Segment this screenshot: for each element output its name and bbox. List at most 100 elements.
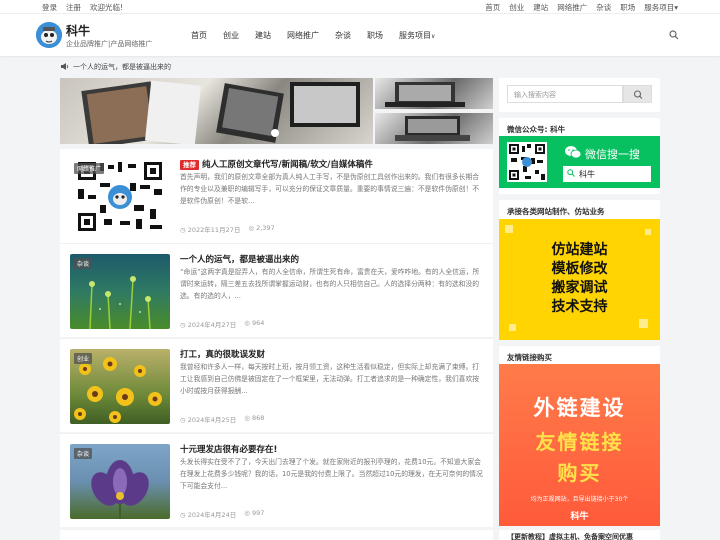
banner-slide-side-top[interactable] xyxy=(375,78,493,109)
notice-bar: 一个人的运气，都是被逼出来的 xyxy=(61,62,171,72)
post-category-badge[interactable]: 网络推广 xyxy=(74,163,105,174)
nav-item-misc[interactable]: 杂谈 xyxy=(335,30,351,41)
service-line: 模板修改 xyxy=(551,261,608,277)
post-category-badge[interactable]: 创业 xyxy=(74,353,93,364)
site-title[interactable]: 科牛 xyxy=(66,22,90,39)
post-card[interactable]: 杂谈 一个人的运气，都是被逼出来的 “命运”这两字真是捉弄人，有的人全信命，所谓… xyxy=(60,243,493,337)
service-line: 技术支持 xyxy=(551,299,608,315)
links-ad-note: 均为正规网站，且导出链接小于30个 xyxy=(530,496,629,503)
post-excerpt: 首先声明，我们的原创文章全部为真人纯人工手写，不是伪原创工具创作出来的。我们有很… xyxy=(180,173,480,205)
nav-item-home[interactable]: 首页 xyxy=(191,30,207,41)
wechat-card[interactable]: 微信搜一搜 科牛 xyxy=(499,136,660,188)
qr-code xyxy=(507,142,547,182)
sidebar-bottom-widget: 【更新教程】虚拟主机、免备案空间优惠 xyxy=(499,530,660,540)
post-card[interactable]: 网络推广 推荐 纯人工原创文章代写/新闻稿/软文/自媒体稿件 首先声明，我们的原创… xyxy=(60,149,493,243)
post-views: 868 xyxy=(251,414,265,422)
links-ad-banner[interactable]: 外链建设 友情链接 购买 均为正规网站，且导出链接小于30个 科牛 xyxy=(499,364,660,526)
post-thumbnail[interactable]: 创业 xyxy=(70,349,170,424)
post-title[interactable]: 一个人的运气，都是被逼出来的 xyxy=(180,253,299,265)
wechat-icon xyxy=(565,146,582,162)
nav-item-promo[interactable]: 网络推广 xyxy=(287,30,319,41)
post-title[interactable]: 十元理发店很有必要存在! xyxy=(180,443,277,455)
top-link-home[interactable]: 首页 xyxy=(485,2,500,13)
banner-carousel xyxy=(60,78,493,144)
top-link-services[interactable]: 服务项目▾ xyxy=(644,2,678,13)
sidebar-search-widget: 输入搜索内容 xyxy=(499,78,660,112)
eye-icon: ◎ xyxy=(248,224,255,232)
post-views: 2,397 xyxy=(256,224,275,232)
post-date: 2024年4月24日 xyxy=(187,511,237,519)
nav-item-career[interactable]: 职场 xyxy=(367,30,383,41)
links-ad-line3: 购买 xyxy=(557,461,602,485)
wechat-account-name: 科牛 xyxy=(579,169,595,179)
post-meta: ◷ 2022年11月27日 ◎ 2,397 xyxy=(180,224,275,234)
post-thumbnail[interactable]: 网络推广 xyxy=(70,159,170,234)
search-input[interactable]: 输入搜索内容 xyxy=(507,85,623,103)
post-category-badge[interactable]: 杂谈 xyxy=(74,258,93,269)
widget-title: 友情链接购买 xyxy=(507,353,552,362)
post-excerpt: “命运”这两字真是捉弄人，有的人全信命，所谓生死有命，富贵在天，爱咋咋地。有的人… xyxy=(180,268,480,300)
top-link-startup[interactable]: 创业 xyxy=(509,2,524,13)
links-ad-line1: 外链建设 xyxy=(533,396,626,420)
widget-title: 微信公众号: 科牛 xyxy=(507,125,566,134)
post-card[interactable]: 杂谈 十元理发店很有必要存在! 头发长得实在受不了了，今天出门去理了个发。就在家… xyxy=(60,433,493,527)
login-link[interactable]: 登录 xyxy=(42,2,57,13)
clock-icon: ◷ xyxy=(180,416,186,424)
post-thumbnail[interactable]: 杂谈 xyxy=(70,254,170,329)
sidebar-wechat-widget: 微信公众号: 科牛 微信搜一搜 科牛 xyxy=(499,118,660,194)
post-title[interactable]: 推荐 纯人工原创文章代写/新闻稿/软文/自媒体稿件 xyxy=(180,158,373,170)
top-link-career[interactable]: 职场 xyxy=(620,2,635,13)
eye-icon: ◎ xyxy=(244,319,250,327)
eye-icon: ◎ xyxy=(244,509,250,517)
sidebar-links-widget: 友情链接购买 外链建设 友情链接 购买 均为正规网站，且导出链接小于30个 科牛 xyxy=(499,346,660,526)
post-date: 2024年4月25日 xyxy=(187,416,237,424)
post-views: 964 xyxy=(251,319,265,327)
notice-text[interactable]: 一个人的运气，都是被逼出来的 xyxy=(73,62,171,72)
nav-item-startup[interactable]: 创业 xyxy=(223,30,239,41)
top-bar: 登录 注册 欢迎光临! 首页 创业 建站 网络推广 杂谈 职场 服务项目▾ xyxy=(0,0,720,14)
top-link-promo[interactable]: 网络推广 xyxy=(557,2,587,13)
welcome-text: 欢迎光临! xyxy=(90,3,124,12)
service-line: 搬家调试 xyxy=(551,280,608,296)
register-link[interactable]: 注册 xyxy=(66,2,81,13)
chevron-down-icon: ▾ xyxy=(674,3,678,12)
chevron-down-icon: ∨ xyxy=(431,33,436,40)
post-meta: ◷ 2024年4月24日 ◎ 997 xyxy=(180,509,264,519)
site-header: 科牛 企业品牌推广|产品网络推广 首页 创业 建站 网络推广 杂谈 职场 服务项… xyxy=(0,14,720,56)
post-date: 2022年11月27日 xyxy=(187,226,241,234)
banner-slide-side-bottom[interactable] xyxy=(375,113,493,144)
post-excerpt: 头发长得实在受不了了，今天出门去理了个发。就在家附近的报刊亭理的，花费10元。不… xyxy=(180,458,483,490)
post-card[interactable]: 创业 打工，真的很耽误发财 我曾经和许多人一样，每天按时上班，按月领工资，这种生… xyxy=(60,338,493,432)
search-icon[interactable] xyxy=(669,30,679,40)
post-title[interactable]: 打工，真的很耽误发财 xyxy=(180,348,265,360)
widget-title[interactable]: 【更新教程】虚拟主机、免备案空间优惠 xyxy=(499,530,660,540)
clock-icon: ◷ xyxy=(180,226,186,234)
clock-icon: ◷ xyxy=(180,321,186,329)
wechat-search-box[interactable]: 科牛 xyxy=(563,166,651,182)
top-link-misc[interactable]: 杂谈 xyxy=(596,2,611,13)
nav-item-services[interactable]: 服务项目∨ xyxy=(399,30,435,41)
post-date: 2024年4月27日 xyxy=(187,321,237,329)
post-card-partial xyxy=(60,530,493,540)
recommend-badge: 推荐 xyxy=(180,160,199,170)
top-link-site[interactable]: 建站 xyxy=(533,2,548,13)
post-meta: ◷ 2024年4月27日 ◎ 964 xyxy=(180,319,264,329)
links-ad-brand: 科牛 xyxy=(570,512,589,522)
service-ad-banner[interactable]: 仿站建站 模板修改 搬家调试 技术支持 xyxy=(499,219,660,340)
speaker-icon xyxy=(61,62,69,72)
post-thumbnail[interactable]: 杂谈 xyxy=(70,444,170,519)
main-nav: 首页 创业 建站 网络推广 杂谈 职场 服务项目∨ xyxy=(191,30,435,41)
widget-title: 承接各类网站制作、仿站业务 xyxy=(507,207,605,216)
post-category-badge[interactable]: 杂谈 xyxy=(74,448,93,459)
search-button[interactable] xyxy=(623,85,652,103)
nav-item-site[interactable]: 建站 xyxy=(255,30,271,41)
wechat-search-label: 微信搜一搜 xyxy=(585,148,640,161)
post-meta: ◷ 2024年4月25日 ◎ 868 xyxy=(180,414,264,424)
logo-icon[interactable] xyxy=(36,22,62,48)
clock-icon: ◷ xyxy=(180,511,186,519)
post-excerpt: 我曾经和许多人一样，每天按时上班，按月领工资，这种生活看似稳定，但实际上却充满了… xyxy=(180,363,480,395)
banner-slide-main[interactable] xyxy=(60,78,373,144)
links-ad-line2: 友情链接 xyxy=(535,430,624,454)
search-icon xyxy=(567,169,575,179)
site-subtitle: 企业品牌推广|产品网络推广 xyxy=(66,40,153,48)
